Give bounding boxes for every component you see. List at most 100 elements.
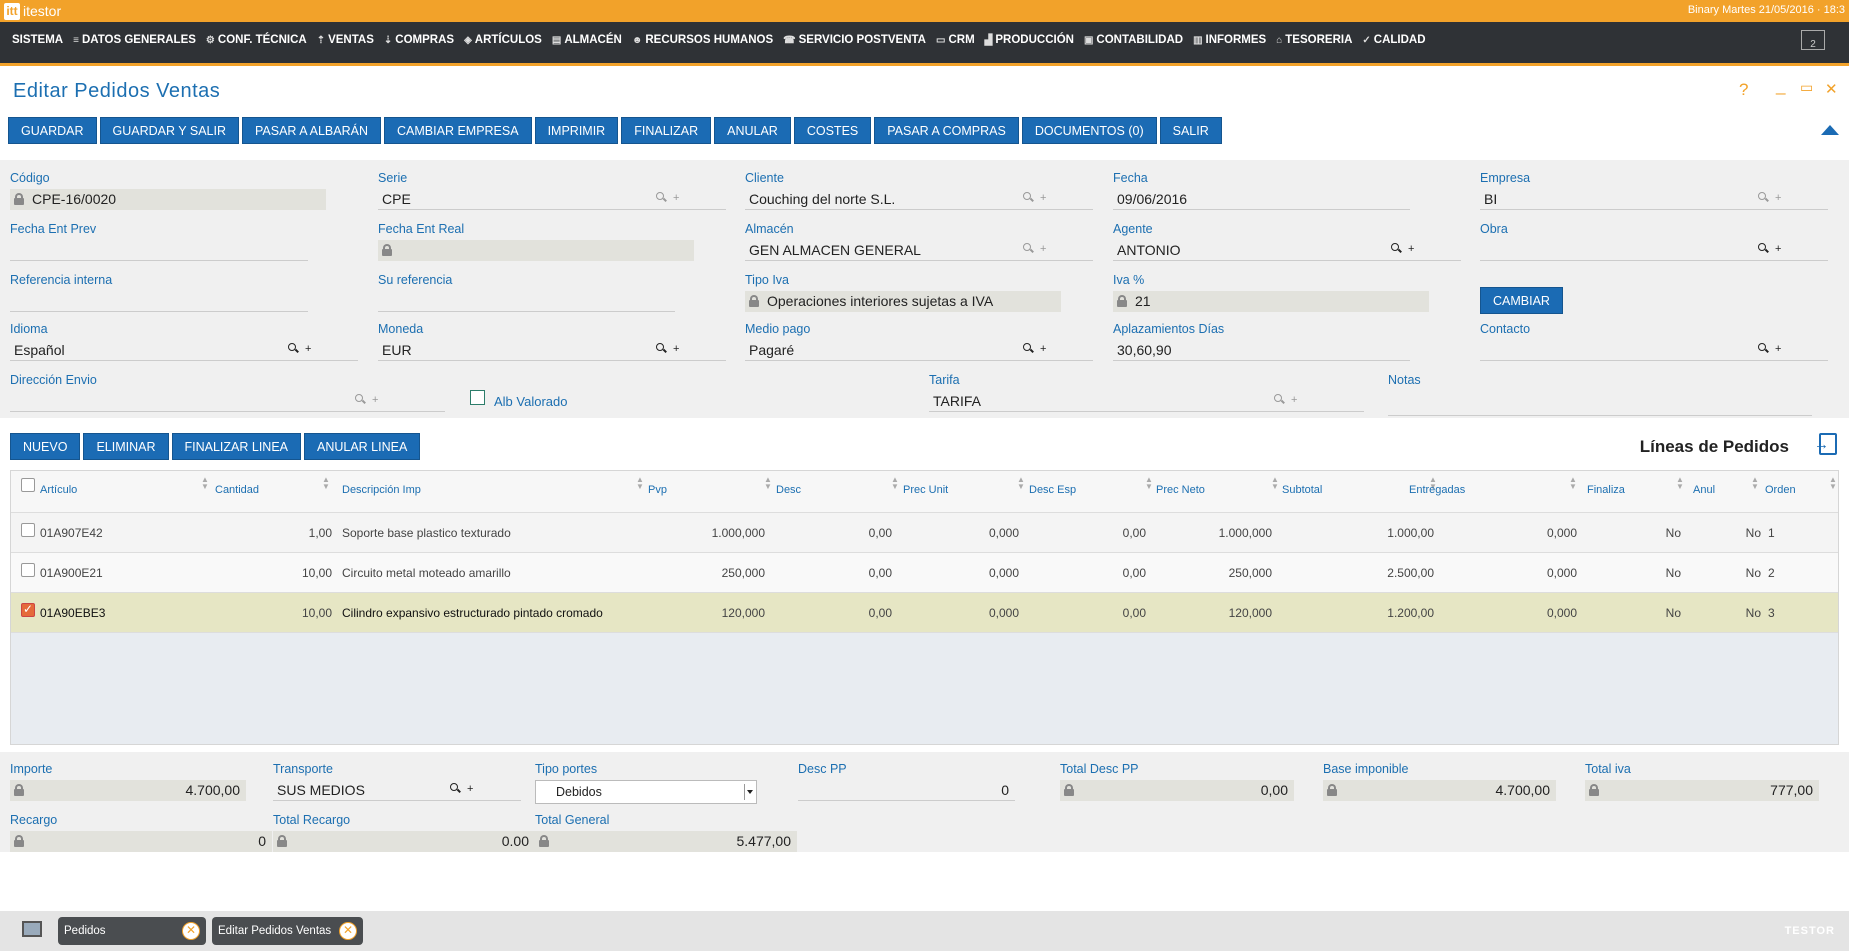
column-header[interactable]: Entregadas	[1409, 484, 1465, 496]
sort-icon[interactable]: ▲ ▼	[1676, 476, 1684, 491]
table-row[interactable]: 01A90EBE3 10,00 Cilindro expansivo estruct…	[11, 593, 1838, 633]
pasar-a-compras-button[interactable]: PASAR A COMPRAS	[874, 117, 1019, 144]
referencia-interna-input[interactable]	[10, 291, 308, 312]
search-icon[interactable]	[656, 343, 664, 351]
search-icon[interactable]	[1758, 243, 1766, 251]
sort-icon[interactable]: ▲ ▼	[1829, 476, 1837, 491]
sort-icon[interactable]: ▲ ▼	[201, 476, 209, 491]
menu-item-conf-t-cnica[interactable]: ⚙ CONF. TÉCNICA	[206, 34, 307, 46]
guardar-button[interactable]: GUARDAR	[8, 117, 97, 144]
add-icon[interactable]: +	[467, 783, 473, 795]
table-row[interactable]: 01A907E42 1,00 Soporte base plastico textu…	[11, 513, 1838, 553]
finalizar-button[interactable]: FINALIZAR	[621, 117, 712, 144]
column-header[interactable]: Desc	[776, 484, 801, 496]
select-all-checkbox[interactable]	[21, 478, 35, 492]
search-icon[interactable]	[1758, 343, 1766, 351]
sort-icon[interactable]: ▲ ▼	[1271, 476, 1279, 491]
close-icon[interactable]: ✕	[339, 922, 357, 940]
menu-item-crm[interactable]: ▭ CRM	[936, 34, 975, 46]
cambiar-empresa-button[interactable]: CAMBIAR EMPRESA	[384, 117, 532, 144]
column-header[interactable]: Orden	[1765, 484, 1796, 496]
menu-item-datos-generales[interactable]: ≡ DATOS GENERALES	[73, 34, 196, 46]
documentos-0-button[interactable]: DOCUMENTOS (0)	[1021, 117, 1157, 144]
salir-button[interactable]: SALIR	[1159, 117, 1222, 144]
anular-linea-button[interactable]: ANULAR LINEA	[304, 433, 421, 460]
costes-button[interactable]: COSTES	[793, 117, 872, 144]
search-icon[interactable]	[1274, 394, 1282, 402]
search-icon[interactable]	[450, 783, 458, 791]
cambiar-button[interactable]: CAMBIAR	[1480, 287, 1563, 314]
add-icon[interactable]: +	[1040, 192, 1046, 204]
row-checkbox[interactable]	[21, 523, 35, 537]
collapse-arrow-icon[interactable]	[1821, 125, 1839, 135]
search-icon[interactable]	[1023, 192, 1031, 200]
add-icon[interactable]: +	[1291, 394, 1297, 406]
tarifa-input[interactable]: TARIFA	[929, 391, 1364, 412]
eliminar-button[interactable]: ELIMINAR	[83, 433, 169, 460]
search-icon[interactable]	[656, 192, 664, 200]
menu-item-sistema[interactable]: SISTEMA	[12, 34, 63, 46]
column-header[interactable]: Prec Unit	[903, 484, 948, 496]
add-icon[interactable]: +	[1040, 243, 1046, 255]
column-header[interactable]: Descripción Imp	[342, 484, 421, 496]
column-header[interactable]: Pvp	[648, 484, 667, 496]
help-icon[interactable]: ?	[1739, 80, 1748, 100]
guardar-y-salir-button[interactable]: GUARDAR Y SALIR	[99, 117, 239, 144]
desc-pp-input[interactable]: 0	[798, 780, 1015, 801]
column-header[interactable]: Subtotal	[1282, 484, 1322, 496]
fecha-input[interactable]: 09/06/2016	[1113, 189, 1410, 210]
screen-switch-button[interactable]: 2	[1801, 30, 1825, 50]
tipo-portes-select[interactable]: Debidos	[535, 780, 757, 804]
row-checkbox[interactable]	[21, 602, 35, 617]
export-icon[interactable]	[1814, 433, 1837, 455]
task-tab-editar-pedidos[interactable]: Editar Pedidos Ventas ✕	[212, 917, 363, 945]
menu-item-ventas[interactable]: ⇡ VENTAS	[317, 34, 374, 46]
menu-item-producci-n[interactable]: ▟ PRODUCCIÓN	[985, 34, 1074, 46]
column-header[interactable]: Finaliza	[1587, 484, 1625, 496]
nuevo-button[interactable]: NUEVO	[10, 433, 81, 460]
add-icon[interactable]: +	[1775, 243, 1781, 255]
menu-item-recursos-humanos[interactable]: ☻ RECURSOS HUMANOS	[632, 34, 773, 46]
table-row[interactable]: 01A900E21 10,00 Circuito metal moteado ama…	[11, 553, 1838, 593]
column-header[interactable]: Anul	[1693, 484, 1715, 496]
search-icon[interactable]	[1023, 343, 1031, 351]
menu-item-calidad[interactable]: ✓ CALIDAD	[1362, 34, 1425, 46]
column-header[interactable]: Cantidad	[215, 484, 259, 496]
menu-item-contabilidad[interactable]: ▣ CONTABILIDAD	[1084, 34, 1183, 46]
add-icon[interactable]: +	[1408, 243, 1414, 255]
direccion-envio-input[interactable]	[10, 391, 445, 412]
search-icon[interactable]	[1391, 243, 1399, 251]
menu-item-servicio-postventa[interactable]: ☎ SERVICIO POSTVENTA	[783, 34, 926, 46]
maximize-icon[interactable]: ▭	[1800, 79, 1813, 96]
column-header[interactable]: Artículo	[40, 484, 77, 496]
add-icon[interactable]: +	[673, 343, 679, 355]
add-icon[interactable]: +	[673, 192, 679, 204]
add-icon[interactable]: +	[1775, 343, 1781, 355]
desktop-icon[interactable]	[22, 921, 42, 937]
menu-item-almac-n[interactable]: ▤ ALMACÉN	[552, 34, 622, 46]
search-icon[interactable]	[288, 343, 296, 351]
add-icon[interactable]: +	[305, 343, 311, 355]
menu-item-compras[interactable]: ⇣ COMPRAS	[384, 34, 454, 46]
sort-icon[interactable]: ▲ ▼	[764, 476, 772, 491]
sort-icon[interactable]: ▲ ▼	[636, 476, 644, 491]
task-tab-pedidos[interactable]: Pedidos ✕	[58, 917, 206, 945]
close-icon[interactable]: ✕	[1825, 80, 1838, 98]
sort-icon[interactable]: ▲ ▼	[1569, 476, 1577, 491]
add-icon[interactable]: +	[1775, 192, 1781, 204]
column-header[interactable]: Desc Esp	[1029, 484, 1076, 496]
aplazamientos-input[interactable]: 30,60,90	[1113, 340, 1410, 361]
column-header[interactable]: Prec Neto	[1156, 484, 1205, 496]
menu-item-art-culos[interactable]: ◈ ARTÍCULOS	[464, 34, 542, 46]
notas-input[interactable]	[1388, 391, 1812, 416]
sort-icon[interactable]: ▲ ▼	[1017, 476, 1025, 491]
close-icon[interactable]: ✕	[182, 922, 200, 940]
add-icon[interactable]: +	[372, 394, 378, 406]
search-icon[interactable]	[1758, 192, 1766, 200]
sort-icon[interactable]: ▲ ▼	[1145, 476, 1153, 491]
sort-icon[interactable]: ▲ ▼	[322, 476, 330, 491]
transporte-input[interactable]: SUS MEDIOS	[273, 780, 521, 801]
fecha-ent-prev-input[interactable]	[10, 240, 308, 261]
su-referencia-input[interactable]	[378, 291, 675, 312]
pasar-a-albar-n-button[interactable]: PASAR A ALBARÁN	[241, 117, 382, 144]
